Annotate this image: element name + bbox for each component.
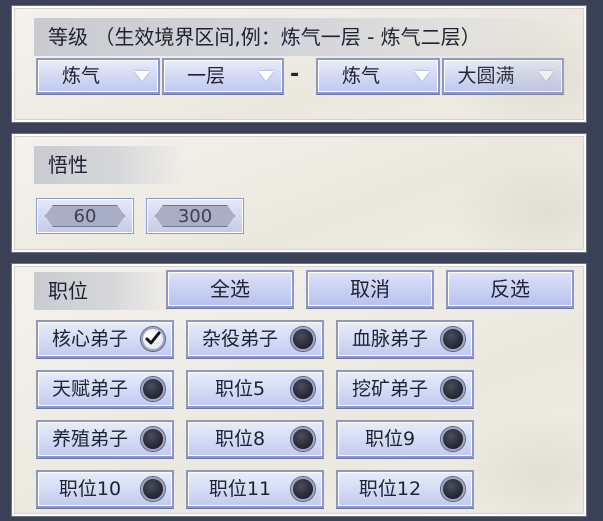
comprehension-title: 悟性: [34, 146, 184, 184]
position-label: 职位12: [358, 478, 422, 500]
radio-dot-icon: [291, 477, 315, 501]
radio-dot-icon: [291, 427, 315, 451]
from-realm-dropdown[interactable]: 炼气: [36, 58, 160, 94]
to-level-value: 大圆满: [457, 65, 515, 87]
position-checkbox[interactable]: 杂役弟子: [186, 320, 324, 358]
checkmark-icon: [141, 327, 165, 351]
position-label: 杂役弟子: [201, 328, 278, 350]
cancel-button[interactable]: 取消: [306, 270, 434, 308]
position-checkbox[interactable]: 职位11: [186, 470, 324, 508]
chevron-down-icon: [538, 71, 554, 81]
position-label: 职位10: [58, 478, 122, 500]
comprehension-min-value: 60: [45, 205, 125, 227]
to-realm-dropdown[interactable]: 炼气: [316, 58, 440, 94]
radio-dot-icon: [141, 377, 165, 401]
position-label: 挖矿弟子: [351, 378, 428, 400]
chevron-down-icon: [258, 71, 274, 81]
from-realm-value: 炼气: [61, 65, 100, 87]
position-label: 职位11: [208, 478, 272, 500]
position-label: 天赋弟子: [51, 378, 128, 400]
position-label: 职位5: [214, 378, 266, 400]
position-checkbox[interactable]: 职位12: [336, 470, 474, 508]
radio-dot-icon: [441, 477, 465, 501]
radio-dot-icon: [441, 327, 465, 351]
invert-selection-button[interactable]: 反选: [446, 270, 574, 308]
position-checkbox[interactable]: 职位8: [186, 420, 324, 458]
position-checkbox[interactable]: 天赋弟子: [36, 370, 174, 408]
comprehension-max-value: 300: [155, 205, 235, 227]
chevron-down-icon: [414, 71, 430, 81]
radio-dot-icon: [291, 377, 315, 401]
position-checkbox[interactable]: 养殖弟子: [36, 420, 174, 458]
comprehension-panel: 悟性 60 300: [12, 134, 586, 252]
position-label: 职位8: [214, 428, 266, 450]
position-label: 养殖弟子: [51, 428, 128, 450]
position-label: 核心弟子: [51, 328, 128, 350]
position-label: 职位9: [364, 428, 416, 450]
position-checkbox[interactable]: 血脉弟子: [336, 320, 474, 358]
radio-dot-icon: [441, 377, 465, 401]
comprehension-max-input[interactable]: 300: [146, 198, 244, 234]
select-all-button[interactable]: 全选: [166, 270, 294, 308]
from-level-value: 一层: [186, 65, 225, 87]
range-separator: -: [290, 62, 300, 87]
position-panel: 职位 全选 取消 反选 核心弟子 杂役弟子 血脉弟子 天赋弟子 职位5 挖矿弟子 养殖弟子职…: [12, 264, 586, 516]
to-level-dropdown[interactable]: 大圆满: [442, 58, 564, 94]
position-checkbox[interactable]: 核心弟子: [36, 320, 174, 358]
rank-title: 等级 （生效境界区间,例：炼气一层 - 炼气二层）: [34, 18, 574, 56]
position-checkbox[interactable]: 职位9: [336, 420, 474, 458]
position-checkbox[interactable]: 职位5: [186, 370, 324, 408]
position-checkbox[interactable]: 职位10: [36, 470, 174, 508]
chevron-down-icon: [134, 71, 150, 81]
radio-dot-icon: [291, 327, 315, 351]
from-level-dropdown[interactable]: 一层: [162, 58, 284, 94]
radio-dot-icon: [141, 427, 165, 451]
to-realm-value: 炼气: [341, 65, 380, 87]
radio-dot-icon: [441, 427, 465, 451]
position-checkbox[interactable]: 挖矿弟子: [336, 370, 474, 408]
radio-dot-icon: [141, 477, 165, 501]
position-title: 职位: [34, 272, 174, 310]
comprehension-min-input[interactable]: 60: [36, 198, 134, 234]
position-label: 血脉弟子: [351, 328, 428, 350]
rank-panel: 等级 （生效境界区间,例：炼气一层 - 炼气二层） 炼气 一层 - 炼气 大圆满: [12, 6, 586, 122]
